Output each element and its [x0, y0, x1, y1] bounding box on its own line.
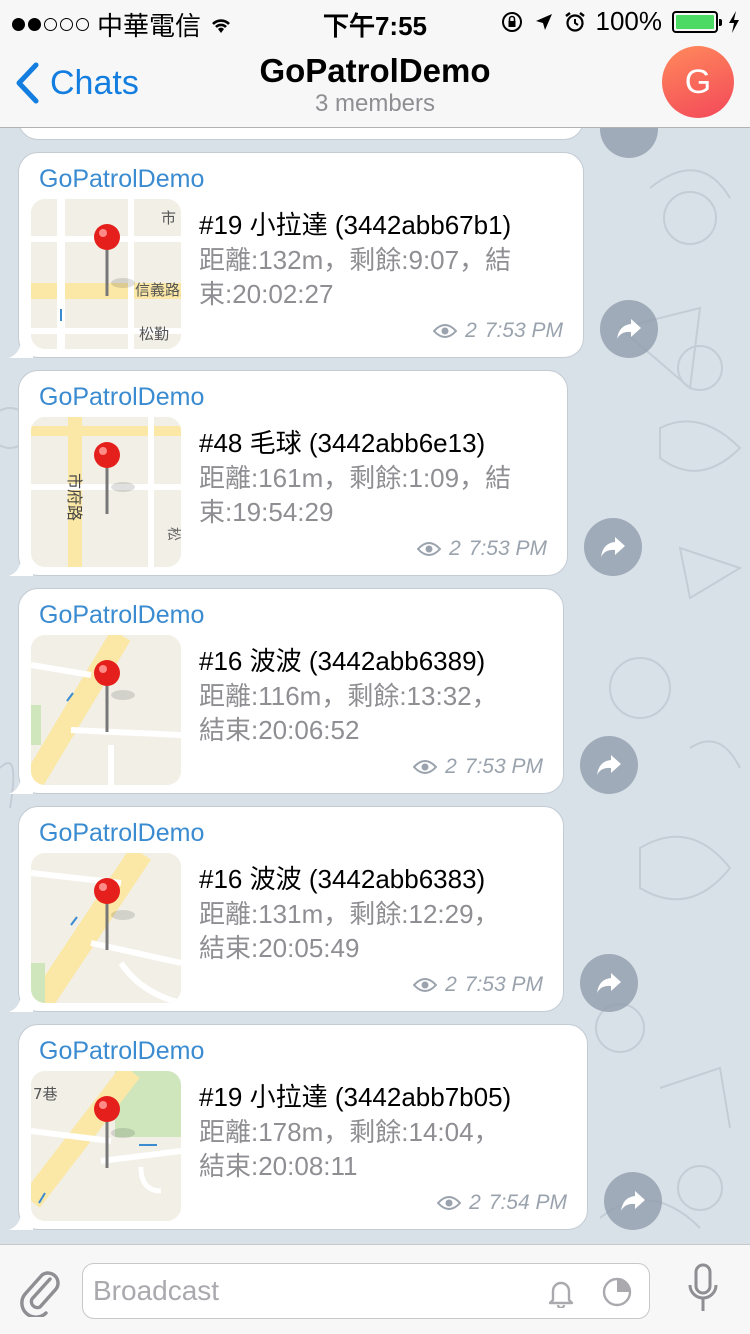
message-title: #19 小拉達 (3442abb67b1): [199, 210, 512, 240]
map-street-label: 市: [161, 209, 176, 227]
location-map-thumbnail[interactable]: 7巷: [31, 1071, 181, 1221]
message-meta: 2 7:53 PM: [417, 537, 547, 561]
microphone-icon: [688, 1263, 718, 1311]
map-street-label: 松勤: [139, 325, 169, 343]
moon-icon: [602, 1277, 632, 1307]
message-title: #48 毛球 (3442abb6e13): [199, 428, 486, 458]
view-count: 2: [445, 755, 457, 778]
map-street-label: 信義路五: [135, 281, 181, 299]
map-street-label: 松: [165, 527, 181, 541]
message-meta: 2 7:53 PM: [413, 755, 543, 779]
share-arrow-icon: [617, 319, 641, 339]
share-button[interactable]: [604, 1172, 662, 1230]
view-count: 2: [449, 537, 461, 560]
input-bar: [0, 1244, 750, 1334]
rotation-lock-icon: [501, 11, 522, 32]
share-button[interactable]: [600, 300, 658, 358]
location-map-thumbnail[interactable]: 信義路五 松勤 市: [31, 199, 181, 349]
message-bubble[interactable]: GoPatrolDemo 信義路五 松勤 市 #1: [9, 152, 584, 358]
message-meta: 2 7:53 PM: [413, 973, 543, 997]
message-field[interactable]: [82, 1263, 650, 1319]
message-title: #16 波波 (3442abb6383): [199, 864, 486, 894]
paperclip-icon: [20, 1271, 60, 1319]
voice-button[interactable]: [686, 1263, 720, 1320]
view-count: 2: [465, 319, 477, 342]
location-arrow-icon: [535, 13, 552, 30]
nav-bar: Chats GoPatrolDemo 3 members G: [0, 40, 750, 128]
share-button[interactable]: [580, 736, 638, 794]
eye-icon: [437, 1196, 462, 1210]
location-map-thumbnail[interactable]: 市府路 松: [31, 417, 181, 567]
attach-button[interactable]: [18, 1265, 62, 1322]
group-avatar[interactable]: G: [662, 46, 734, 118]
view-count: 2: [445, 973, 457, 996]
share-arrow-icon: [597, 973, 621, 993]
message-sender[interactable]: GoPatrolDemo: [39, 383, 204, 412]
message-bubble[interactable]: GoPatrolDemo #16 波波 (3442abb6383) 距離:131…: [9, 806, 564, 1012]
eye-icon: [417, 542, 442, 556]
share-arrow-icon: [601, 537, 625, 557]
message-sender[interactable]: GoPatrolDemo: [39, 601, 204, 630]
member-count: 3 members: [314, 90, 436, 117]
location-map-thumbnail[interactable]: [31, 635, 181, 785]
message-sender[interactable]: GoPatrolDemo: [39, 1037, 204, 1066]
message-detail: 距離:161m，剩餘:1:09，結 束:19:54:29: [199, 463, 512, 527]
message-bubble-partial: [18, 128, 584, 140]
message-detail: 距離:131m，剩餘:12:29， 結束:20:05:49: [199, 899, 500, 963]
map-street-label: 7巷: [33, 1085, 58, 1103]
message-time: 7:53 PM: [468, 537, 547, 560]
message-title: #16 波波 (3442abb6389): [199, 646, 486, 676]
message-bubble[interactable]: GoPatrolDemo 市府路 松 #48 毛球 (3442abb6e13) …: [9, 370, 568, 576]
message-meta: 2 7:54 PM: [437, 1191, 567, 1215]
message-sender[interactable]: GoPatrolDemo: [39, 165, 204, 194]
share-button[interactable]: [580, 954, 638, 1012]
charging-icon: [729, 10, 739, 33]
message-bubble[interactable]: GoPatrolDemo 7巷 #19 小拉達 (3442abb7b05) 距離…: [9, 1024, 588, 1230]
eye-icon: [433, 324, 458, 338]
status-bar: 中華電信 下午7:55 100%: [0, 0, 750, 41]
message-detail: 距離:178m，剩餘:14:04， 結束:20:08:11: [199, 1117, 500, 1181]
view-count: 2: [469, 1191, 481, 1214]
eye-icon: [413, 760, 438, 774]
share-arrow-icon: [597, 755, 621, 775]
message-list[interactable]: GoPatrolDemo 信義路五 松勤 市 #1: [0, 128, 750, 1244]
map-street-label: 市府路: [65, 473, 84, 521]
eye-icon: [413, 978, 438, 992]
message-title: #19 小拉達 (3442abb7b05): [199, 1082, 512, 1112]
status-right: 100%: [500, 6, 741, 37]
message-time: 7:53 PM: [464, 973, 543, 996]
share-button[interactable]: [584, 518, 642, 576]
mute-toggle[interactable]: [545, 1276, 577, 1313]
message-detail: 距離:116m，剩餘:13:32， 結束:20:06:52: [199, 681, 498, 745]
battery-icon: [672, 10, 722, 33]
message-time: 7:54 PM: [488, 1191, 567, 1214]
share-arrow-icon: [621, 1191, 645, 1211]
alarm-icon: [564, 11, 585, 32]
message-time: 7:53 PM: [464, 755, 543, 778]
message-meta: 2 7:53 PM: [433, 319, 563, 343]
chat-title[interactable]: GoPatrolDemo: [0, 52, 750, 90]
bell-icon: [548, 1281, 574, 1310]
location-map-thumbnail[interactable]: [31, 853, 181, 1003]
message-bubble[interactable]: GoPatrolDemo #16 波波 (3442abb6389) 距離:116…: [9, 588, 564, 794]
message-detail: 距離:132m，剩餘:9:07，結 束:20:02:27: [199, 245, 512, 309]
message-time: 7:53 PM: [484, 319, 563, 342]
broadcast-input[interactable]: [93, 1272, 533, 1310]
message-sender[interactable]: GoPatrolDemo: [39, 819, 204, 848]
share-button-partial[interactable]: [600, 128, 658, 158]
battery-percent: 100%: [595, 6, 663, 36]
timer-toggle[interactable]: [601, 1276, 633, 1313]
